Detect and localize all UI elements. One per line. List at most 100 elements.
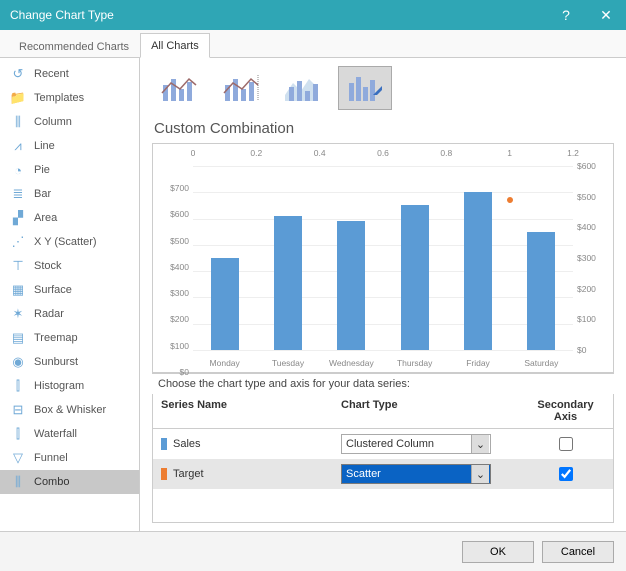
sidebar-item-radar[interactable]: ✶Radar	[0, 302, 139, 326]
line-icon: ⩘	[10, 138, 26, 154]
combo-template-2[interactable]	[214, 66, 268, 110]
titlebar: Change Chart Type ? ✕	[0, 0, 626, 30]
secondary-y-tick: $600	[577, 161, 611, 171]
category-label: Wednesday	[329, 358, 374, 368]
top-x-tick: 0.2	[250, 148, 262, 158]
secondary-y-tick: $0	[577, 345, 611, 355]
header-series-name: Series Name	[153, 394, 333, 428]
sidebar-item-funnel[interactable]: ▽Funnel	[0, 446, 139, 470]
sidebar-item-stock[interactable]: ⊤Stock	[0, 254, 139, 278]
primary-y-tick: $0	[155, 367, 189, 377]
tabstrip: Recommended Charts All Charts	[0, 30, 626, 58]
secondary-y-tick: $500	[577, 192, 611, 202]
sidebar-item-x-y-scatter-[interactable]: ⋰X Y (Scatter)	[0, 230, 139, 254]
x-y-scatter--icon: ⋰	[10, 234, 26, 250]
sidebar-item-waterfall[interactable]: ⫿Waterfall	[0, 422, 139, 446]
header-secondary-axis: Secondary Axis	[518, 394, 613, 428]
stock-icon: ⊤	[10, 258, 26, 274]
sidebar-item-box-whisker[interactable]: ⊟Box & Whisker	[0, 398, 139, 422]
window-title: Change Chart Type	[0, 0, 546, 30]
sidebar-item-sunburst[interactable]: ◉Sunburst	[0, 350, 139, 374]
category-label: Friday	[466, 358, 490, 368]
secondary-y-tick: $100	[577, 314, 611, 324]
tab-all-charts[interactable]: All Charts	[140, 33, 210, 58]
ok-button[interactable]: OK	[462, 541, 534, 563]
swatch-sales	[161, 438, 167, 450]
bar-friday	[464, 192, 492, 350]
chart-preview: $0$100$200$300$400$500$600$700$0$100$200…	[152, 143, 614, 373]
cancel-button[interactable]: Cancel	[542, 541, 614, 563]
secondary-axis-checkbox-target[interactable]	[559, 467, 573, 481]
primary-y-tick: $400	[155, 262, 189, 272]
bar-saturday	[527, 232, 555, 350]
top-x-tick: 0	[191, 148, 196, 158]
top-x-tick: 0.4	[314, 148, 326, 158]
sidebar-item-area[interactable]: ▞Area	[0, 206, 139, 230]
radar-icon: ✶	[10, 306, 26, 322]
treemap-icon: ▤	[10, 330, 26, 346]
sidebar-item-combo[interactable]: ⫼Combo	[0, 470, 139, 494]
combo-template-custom[interactable]	[338, 66, 392, 110]
top-x-tick: 1.2	[567, 148, 579, 158]
header-chart-type: Chart Type	[333, 394, 518, 428]
secondary-y-tick: $300	[577, 253, 611, 263]
series-name-sales: Sales	[173, 438, 201, 450]
combo-template-3[interactable]	[276, 66, 330, 110]
sidebar-item-histogram[interactable]: ⫿Histogram	[0, 374, 139, 398]
sidebar-item-surface[interactable]: ▦Surface	[0, 278, 139, 302]
combo-template-row	[152, 66, 614, 110]
category-label: Tuesday	[272, 358, 304, 368]
tab-recommended[interactable]: Recommended Charts	[8, 34, 140, 58]
top-x-tick: 0.8	[440, 148, 452, 158]
sidebar-item-pie[interactable]: ◔Pie	[0, 158, 139, 182]
category-label: Saturday	[524, 358, 558, 368]
funnel-icon: ▽	[10, 450, 26, 466]
category-label: Monday	[210, 358, 240, 368]
chevron-down-icon: ⌄	[471, 465, 489, 483]
sunburst-icon: ◉	[10, 354, 26, 370]
sidebar-item-line[interactable]: ⩘Line	[0, 134, 139, 158]
primary-y-tick: $100	[155, 341, 189, 351]
pie-icon: ◔	[10, 162, 26, 178]
chart-type-sidebar: ↺Recent📁Templates⫼Column⩘Line◔Pie≣Bar▞Ar…	[0, 58, 140, 531]
area-icon: ▞	[10, 210, 26, 226]
histogram-icon: ⫿	[10, 378, 26, 394]
top-x-tick: 1	[507, 148, 512, 158]
primary-y-tick: $500	[155, 236, 189, 246]
bar-tuesday	[274, 216, 302, 350]
combo-template-1[interactable]	[152, 66, 206, 110]
sidebar-item-treemap[interactable]: ▤Treemap	[0, 326, 139, 350]
primary-y-tick: $200	[155, 314, 189, 324]
series-row-target: Target Scatter⌄	[153, 459, 613, 489]
sidebar-item-templates[interactable]: 📁Templates	[0, 86, 139, 110]
close-button[interactable]: ✕	[586, 0, 626, 30]
templates-icon: 📁	[10, 90, 26, 106]
column-icon: ⫼	[10, 114, 26, 130]
recent-icon: ↺	[10, 66, 26, 82]
primary-y-tick: $600	[155, 209, 189, 219]
series-row-sales: Sales Clustered Column⌄	[153, 429, 613, 459]
chart-type-select-target[interactable]: Scatter⌄	[341, 464, 491, 484]
sidebar-item-bar[interactable]: ≣Bar	[0, 182, 139, 206]
series-name-target: Target	[173, 468, 204, 480]
help-button[interactable]: ?	[546, 0, 586, 30]
category-label: Thursday	[397, 358, 432, 368]
secondary-axis-checkbox-sales[interactable]	[559, 437, 573, 451]
chart-type-select-sales[interactable]: Clustered Column⌄	[341, 434, 491, 454]
sidebar-item-column[interactable]: ⫼Column	[0, 110, 139, 134]
waterfall-icon: ⫿	[10, 426, 26, 442]
secondary-y-tick: $400	[577, 222, 611, 232]
box-whisker-icon: ⊟	[10, 402, 26, 418]
primary-y-tick: $300	[155, 288, 189, 298]
section-title: Custom Combination	[154, 120, 614, 137]
dialog-footer: OK Cancel	[0, 531, 626, 571]
series-hint: Choose the chart type and axis for your …	[152, 373, 614, 394]
primary-y-tick: $700	[155, 183, 189, 193]
bar-icon: ≣	[10, 186, 26, 202]
bar-thursday	[401, 205, 429, 350]
scatter-point	[507, 197, 513, 203]
combo-icon: ⫼	[10, 474, 26, 490]
bar-monday	[211, 258, 239, 350]
sidebar-item-recent[interactable]: ↺Recent	[0, 62, 139, 86]
top-x-tick: 0.6	[377, 148, 389, 158]
